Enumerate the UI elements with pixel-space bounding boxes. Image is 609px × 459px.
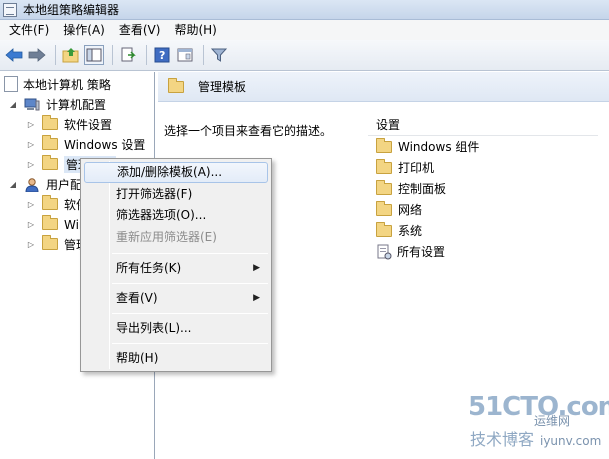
list-item-control-panel[interactable]: 控制面板 [368,178,598,199]
app-icon [3,2,17,17]
watermark-text: 技术博客 [470,430,535,449]
menu-item-filter-options[interactable]: 筛选器选项(O)... [84,205,268,226]
menu-separator [112,343,268,344]
computer-icon [24,98,40,111]
toolbar: ? [0,40,609,71]
folder-icon [42,235,58,250]
list-item-label: 控制面板 [398,182,447,196]
menu-item-view[interactable]: 查看(V) ▶ [84,288,268,309]
up-folder-icon[interactable] [61,45,81,65]
menu-item-help[interactable]: 帮助(H) [84,348,268,369]
export-list-icon[interactable] [118,45,138,65]
menu-item-export-list[interactable]: 导出列表(L)... [84,318,268,339]
window-title: 本地组策略编辑器 [23,3,120,17]
title-bar: 本地组策略编辑器 [0,0,609,20]
folder-icon [42,155,58,170]
folder-icon [376,221,392,237]
folder-icon [42,115,58,130]
collapsed-arrow-icon[interactable]: ▷ [26,219,36,229]
help-icon[interactable]: ? [152,45,172,65]
collapsed-arrow-icon[interactable]: ▷ [26,139,36,149]
list-item-label: Windows 组件 [398,140,480,154]
folder-icon [42,195,58,210]
tree-item-local-policy[interactable]: 本地计算机 策略 [4,74,111,94]
folder-icon [168,77,184,93]
details-header: 管理模板 [158,72,609,102]
menu-item-add-remove-templates[interactable]: 添加/删除模板(A)... [84,162,268,183]
menu-separator [112,313,268,314]
details-title: 管理模板 [198,80,247,94]
folder-icon [42,215,58,230]
menu-help[interactable]: 帮助(H) [167,21,223,39]
properties-icon[interactable] [175,45,195,65]
folder-icon [376,137,392,153]
tree-item-computer-config[interactable]: ◢ 计算机配置 [8,94,106,114]
watermark-text: iyunv.com [540,434,602,448]
toolbar-separator [55,45,56,65]
expanded-arrow-icon[interactable]: ◢ [8,179,18,189]
list-item-label: 所有设置 [397,245,446,259]
tree-item-label: 本地计算机 策略 [23,77,111,92]
collapsed-arrow-icon[interactable]: ▷ [26,199,36,209]
folder-icon [376,200,392,216]
list-item-printers[interactable]: 打印机 [368,157,598,178]
watermark-text: 运维网 [534,414,571,428]
watermark: 51CTO.com 运维网 技术博客 iyunv.com [468,392,609,456]
context-menu: 添加/删除模板(A)... 打开筛选器(F) 筛选器选项(O)... 重新应用筛… [80,158,272,372]
menu-separator [112,253,268,254]
all-settings-icon [376,244,392,260]
forward-arrow-icon[interactable] [27,45,47,65]
toolbar-separator [203,45,204,65]
tree-item-windows-settings[interactable]: ▷ Windows 设置 [26,134,145,154]
menu-bar: 文件(F) 操作(A) 查看(V) 帮助(H) [0,20,609,40]
menu-item-label: 所有任务(K) [116,261,182,275]
list-item-label: 网络 [398,203,423,217]
menu-item-label: 查看(V) [116,291,158,305]
list-item-label: 打印机 [398,161,435,175]
expanded-arrow-icon[interactable]: ◢ [8,99,18,109]
list-item-all-settings[interactable]: 所有设置 [368,241,598,262]
folder-icon [376,158,392,174]
toolbar-separator [112,45,113,65]
folder-icon [42,135,58,150]
tree-item-label: 计算机配置 [46,97,107,112]
user-icon [24,177,40,192]
tree-item-software-settings[interactable]: ▷ 软件设置 [26,114,112,134]
list-item-windows-components[interactable]: Windows 组件 [368,136,598,157]
collapsed-arrow-icon[interactable]: ▷ [26,159,36,169]
back-arrow-icon[interactable] [4,45,24,65]
submenu-arrow-icon: ▶ [253,263,260,273]
tree-item-label: 软件设置 [64,117,113,132]
policy-document-icon [4,76,18,92]
submenu-arrow-icon: ▶ [253,293,260,303]
toolbar-separator [146,45,147,65]
menu-item-reapply-filter: 重新应用筛选器(E) [116,230,217,244]
list-item-label: 系统 [398,224,423,238]
extended-tab-area [158,102,363,124]
column-header-setting[interactable]: 设置 [368,114,598,136]
menu-item-open-filter[interactable]: 打开筛选器(F) [84,184,268,205]
collapsed-arrow-icon[interactable]: ▷ [26,239,36,249]
list-item-system[interactable]: 系统 [368,220,598,241]
folder-icon [376,179,392,195]
filter-icon[interactable] [209,45,229,65]
collapsed-arrow-icon[interactable]: ▷ [26,119,36,129]
show-hide-tree-icon[interactable] [84,45,104,65]
settings-list: 设置 Windows 组件 打印机 控制面板 网络 系统 所有设置 [368,114,598,262]
menu-action[interactable]: 操作(A) [56,21,112,39]
menu-separator [112,283,268,284]
menu-item-all-tasks[interactable]: 所有任务(K) ▶ [84,258,268,279]
description-text: 选择一个项目来查看它的描述。 [164,124,333,138]
menu-view[interactable]: 查看(V) [112,21,168,39]
svg-text:?: ? [159,49,165,62]
menu-file[interactable]: 文件(F) [2,21,56,39]
tree-item-label: Windows 设置 [64,137,146,152]
list-item-network[interactable]: 网络 [368,199,598,220]
